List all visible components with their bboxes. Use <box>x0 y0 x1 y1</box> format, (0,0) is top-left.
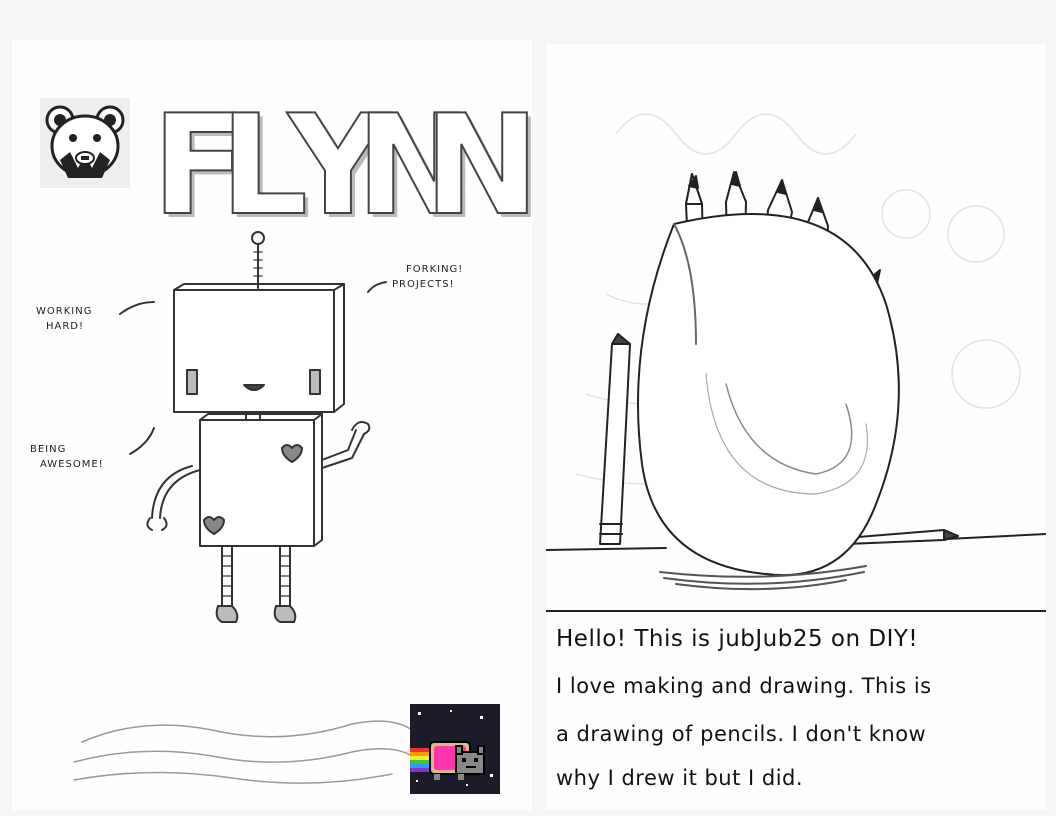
caption-line: PROJECTS! <box>392 279 455 290</box>
caption-line: BEING <box>30 444 67 455</box>
caption-being-awesome: BEING AWESOME! <box>30 442 104 472</box>
caption-line: FORKING! <box>406 264 464 275</box>
note-line: a drawing of pencils. I don't know <box>556 722 927 746</box>
right-page: Hello! This is jubJub25 on DIY! I love m… <box>546 44 1046 810</box>
caption-line: WORKING <box>36 306 93 317</box>
divider <box>546 610 1046 612</box>
note-line: Hello! This is jubJub25 on DIY! <box>556 626 919 652</box>
caption-line: HARD! <box>46 321 85 332</box>
note-block: Hello! This is jubJub25 on DIY! I love m… <box>546 618 1046 798</box>
robot-drawing <box>73 231 413 784</box>
note-line: why I drew it but I did. <box>556 766 804 790</box>
caption-line: AWESOME! <box>40 459 104 470</box>
caption-forking-projects: FORKING! PROJECTS! <box>392 262 463 292</box>
note-line: I love making and drawing. This is <box>556 674 932 698</box>
left-page: F L Y N N WORKING HARD! FORKING! PROJECT… <box>12 40 532 810</box>
caption-working-hard: WORKING HARD! <box>36 304 92 334</box>
nyan-cat-icon <box>410 704 500 794</box>
